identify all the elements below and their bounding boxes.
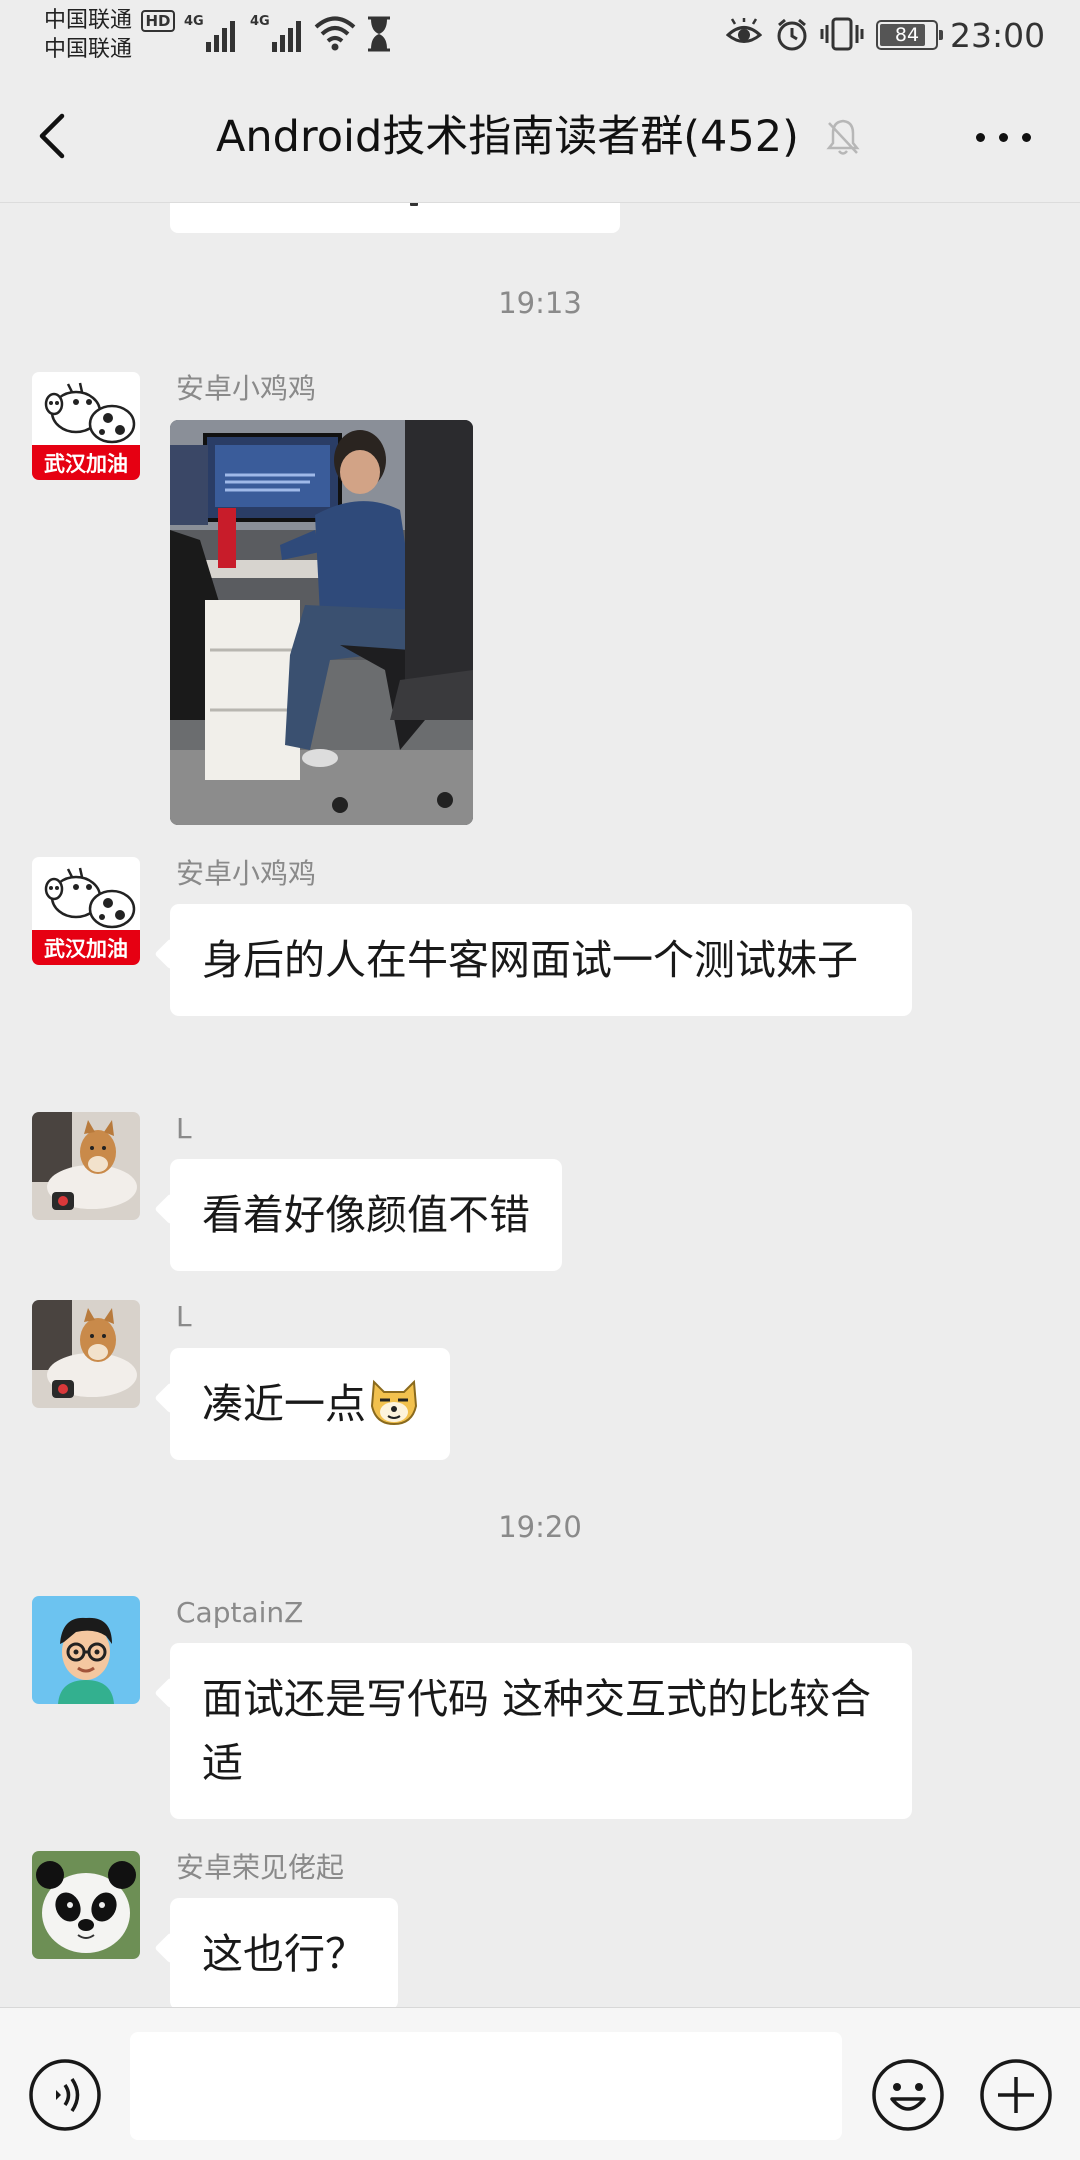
eye-icon bbox=[725, 17, 763, 54]
status-bar: 中国联通 中国联通 HD 4G 4G 84 23:00 bbox=[0, 0, 1080, 70]
doge-emoji bbox=[370, 1379, 418, 1426]
cartoon-man-avatar bbox=[32, 1596, 140, 1704]
avatar-badge: 武汉加油 bbox=[44, 452, 128, 476]
message-bubble[interactable]: 这也行？ bbox=[170, 1898, 398, 2007]
chat-header: Android技术指南读者群(452) bbox=[0, 70, 1080, 203]
avatar[interactable]: 武汉加油 bbox=[32, 372, 140, 480]
message-input[interactable] bbox=[130, 2032, 842, 2140]
message-bubble[interactable]: 身后的人在牛客网面试一个测试妹子 bbox=[170, 904, 912, 1016]
shiba-dog-avatar bbox=[32, 1300, 140, 1408]
vibrate-icon bbox=[820, 16, 864, 56]
page-title: Android技术指南读者群(452) bbox=[216, 112, 799, 162]
alarm-icon bbox=[775, 17, 809, 57]
message-bubble[interactable]: 看着好像颜值不错 bbox=[170, 1159, 562, 1271]
peppa-pig-avatar: 武汉加油 bbox=[32, 857, 140, 965]
message-text: 凑近一点 bbox=[202, 1380, 366, 1428]
message-text: 身后的人在牛客网面试一个测试妹子 bbox=[202, 936, 858, 984]
avatar[interactable] bbox=[32, 1596, 140, 1704]
battery-icon: 84 bbox=[876, 20, 943, 50]
voice-button[interactable] bbox=[27, 2057, 103, 2137]
hourglass-icon bbox=[365, 16, 393, 56]
carrier-1: 中国联通 bbox=[44, 8, 133, 33]
signal-icon: 4G bbox=[250, 14, 306, 52]
avatar[interactable] bbox=[32, 1851, 140, 1959]
voice-icon bbox=[29, 2059, 101, 2131]
image-message[interactable] bbox=[170, 420, 473, 825]
message-text: 这也行？ bbox=[202, 1930, 366, 1978]
wifi-icon bbox=[314, 14, 356, 56]
avatar[interactable]: 武汉加油 bbox=[32, 857, 140, 965]
sender-name: L bbox=[176, 1300, 192, 1333]
plus-icon bbox=[980, 2059, 1052, 2131]
message-text: 看着好像颜值不错 bbox=[202, 1191, 530, 1239]
battery-level: 84 bbox=[894, 24, 920, 46]
sender-name: 安卓荣见佬起 bbox=[176, 1851, 345, 1884]
more-icon bbox=[976, 133, 985, 142]
signal-icon: 4G bbox=[184, 14, 240, 52]
sender-name: CaptainZ bbox=[176, 1596, 304, 1629]
message-text: 面试还是写代码 这种交互式的比较合适 bbox=[202, 1675, 872, 1787]
avatar-badge: 武汉加油 bbox=[44, 937, 128, 961]
plus-button[interactable] bbox=[978, 2057, 1054, 2137]
message-list[interactable]: 19:13 武汉加油 安卓小鸡鸡 武汉加油 安卓小鸡鸡 身后的人在牛客网面试一个… bbox=[0, 203, 1080, 2007]
emoji-icon bbox=[872, 2059, 944, 2131]
status-time: 23:00 bbox=[950, 16, 1046, 55]
more-button[interactable] bbox=[972, 122, 1036, 152]
peppa-pig-avatar: 武汉加油 bbox=[32, 372, 140, 480]
chevron-left-icon bbox=[39, 113, 65, 159]
sender-name: L bbox=[176, 1112, 192, 1145]
message-bubble[interactable]: 凑近一点 bbox=[170, 1348, 450, 1460]
partial-message-bubble bbox=[170, 203, 620, 233]
timestamp: 19:13 bbox=[498, 286, 582, 320]
emoji-button[interactable] bbox=[870, 2057, 946, 2137]
hd-badge: HD bbox=[141, 10, 175, 32]
carrier-info: 中国联通 中国联通 bbox=[44, 6, 132, 64]
message-bubble[interactable]: 面试还是写代码 这种交互式的比较合适 bbox=[170, 1643, 912, 1819]
bell-off-icon bbox=[826, 117, 860, 161]
panda-avatar bbox=[32, 1851, 140, 1959]
back-button[interactable] bbox=[30, 108, 80, 164]
sender-name: 安卓小鸡鸡 bbox=[176, 372, 317, 405]
timestamp: 19:20 bbox=[498, 1510, 582, 1544]
avatar[interactable] bbox=[32, 1112, 140, 1220]
shiba-dog-avatar bbox=[32, 1112, 140, 1220]
input-bar bbox=[0, 2007, 1080, 2160]
sender-name: 安卓小鸡鸡 bbox=[176, 857, 317, 890]
avatar[interactable] bbox=[32, 1300, 140, 1408]
carrier-2: 中国联通 bbox=[44, 37, 133, 62]
